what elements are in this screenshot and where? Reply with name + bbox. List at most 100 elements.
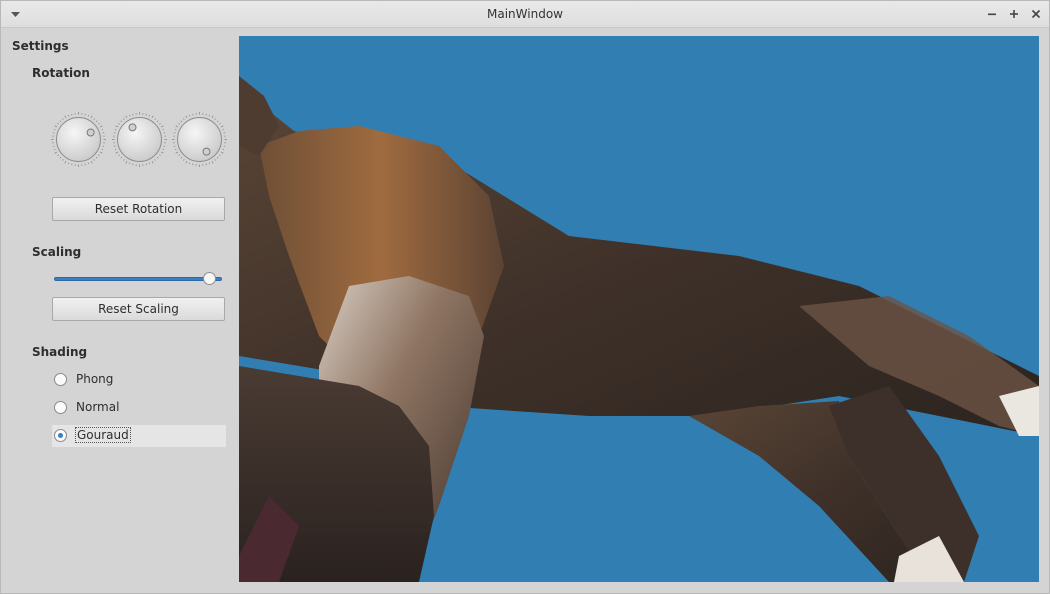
minimize-icon[interactable] (985, 7, 999, 21)
dial-notch (54, 151, 58, 154)
dial-notch (180, 120, 183, 123)
dial-notch (114, 128, 117, 131)
radio-dot (58, 433, 63, 438)
dial-notch (216, 156, 219, 159)
shading-option-normal[interactable]: Normal (52, 397, 226, 419)
dial-notch (148, 162, 151, 165)
opengl-viewport[interactable] (239, 36, 1039, 582)
dial-notch (98, 123, 100, 125)
dial-notch (59, 120, 62, 123)
dial-notch (183, 118, 185, 120)
dial-notch (220, 125, 224, 128)
dial-notch (99, 125, 103, 128)
rotation-z-dial[interactable] (172, 112, 227, 167)
dial-notch (125, 160, 128, 164)
scaling-slider[interactable] (54, 272, 224, 288)
title-bar[interactable]: MainWindow (1, 1, 1049, 28)
dial-notch (214, 159, 216, 161)
dial-notch (178, 123, 180, 125)
rotation-y-dial[interactable] (112, 112, 167, 167)
shading-option-phong[interactable]: Phong (52, 369, 226, 391)
dial-notch (162, 128, 165, 131)
dial-notch (160, 151, 164, 154)
dial-notch (90, 115, 93, 119)
dial-notch (175, 125, 179, 128)
dial-indicator (128, 123, 137, 132)
dial-notch (90, 160, 93, 164)
reset-scaling-button[interactable]: Reset Scaling (52, 297, 225, 321)
dial-notch (216, 120, 219, 123)
dial-notch (208, 162, 211, 165)
dial-graphic[interactable] (51, 112, 106, 167)
dial-notch (93, 159, 95, 161)
dial-notch (154, 118, 156, 120)
scaling-slider-track[interactable] (54, 277, 222, 281)
dial-notch (175, 151, 179, 154)
dial-notch (185, 115, 188, 119)
shading-option-label: Phong (76, 372, 114, 386)
shading-section-title: Shading (32, 345, 88, 359)
dial-knob[interactable] (56, 117, 101, 162)
dial-knob[interactable] (117, 117, 162, 162)
radio-button[interactable] (54, 429, 67, 442)
dial-notch (211, 115, 214, 119)
radio-button[interactable] (54, 373, 67, 386)
dial-notch (115, 151, 119, 154)
dial-notch (53, 128, 56, 131)
dial-notch (120, 120, 123, 123)
dial-notch (53, 148, 56, 151)
dial-notch (211, 160, 214, 164)
dial-notch (101, 148, 104, 151)
dial-notch (54, 125, 58, 128)
dial-notch (128, 162, 131, 165)
dial-notch (183, 159, 185, 161)
close-icon[interactable] (1029, 7, 1043, 21)
dial-notch (222, 128, 225, 131)
maximize-icon[interactable] (1007, 7, 1021, 21)
dial-notch (156, 156, 159, 159)
dial-notch (214, 118, 216, 120)
dial-notch (87, 162, 90, 165)
shading-option-gouraud[interactable]: Gouraud (52, 425, 226, 447)
dial-graphic[interactable] (172, 112, 227, 167)
scaling-slider-handle[interactable] (203, 272, 216, 285)
dial-notch (154, 159, 156, 161)
dial-notch (67, 162, 70, 165)
dial-notch (95, 120, 98, 123)
dial-notch (156, 120, 159, 123)
dial-notch (159, 154, 161, 156)
settings-group-title: Settings (12, 39, 69, 53)
dial-indicator (86, 128, 95, 137)
dial-notch (188, 162, 191, 165)
dial-indicator (202, 147, 211, 156)
dial-notch (123, 159, 125, 161)
dial-notch (57, 154, 59, 156)
dial-notch (180, 156, 183, 159)
dial-knob[interactable] (177, 117, 222, 162)
dial-notch (160, 125, 164, 128)
dial-notch (159, 123, 161, 125)
dial-graphic[interactable] (112, 112, 167, 167)
main-window: MainWindow Settings Rotation Reset Rotat… (0, 0, 1050, 594)
dial-notch (99, 151, 103, 154)
shading-option-label: Normal (76, 400, 120, 414)
dial-notch (174, 128, 177, 131)
dial-notch (219, 123, 221, 125)
radio-button[interactable] (54, 401, 67, 414)
dial-notch (114, 148, 117, 151)
dial-notch (93, 118, 95, 120)
dial-notch (188, 114, 191, 117)
rendered-3d-model (239, 76, 1039, 582)
dial-notch (98, 154, 100, 156)
dial-notch (148, 114, 151, 117)
dial-notch (128, 114, 131, 117)
reset-rotation-button[interactable]: Reset Rotation (52, 197, 225, 221)
rotation-x-dial[interactable] (51, 112, 106, 167)
dial-notch (125, 115, 128, 119)
window-title: MainWindow (487, 7, 563, 21)
dial-notch (57, 123, 59, 125)
dial-notch (67, 114, 70, 117)
dial-notch (64, 115, 67, 119)
dial-notch (115, 125, 119, 128)
dial-notch (178, 154, 180, 156)
